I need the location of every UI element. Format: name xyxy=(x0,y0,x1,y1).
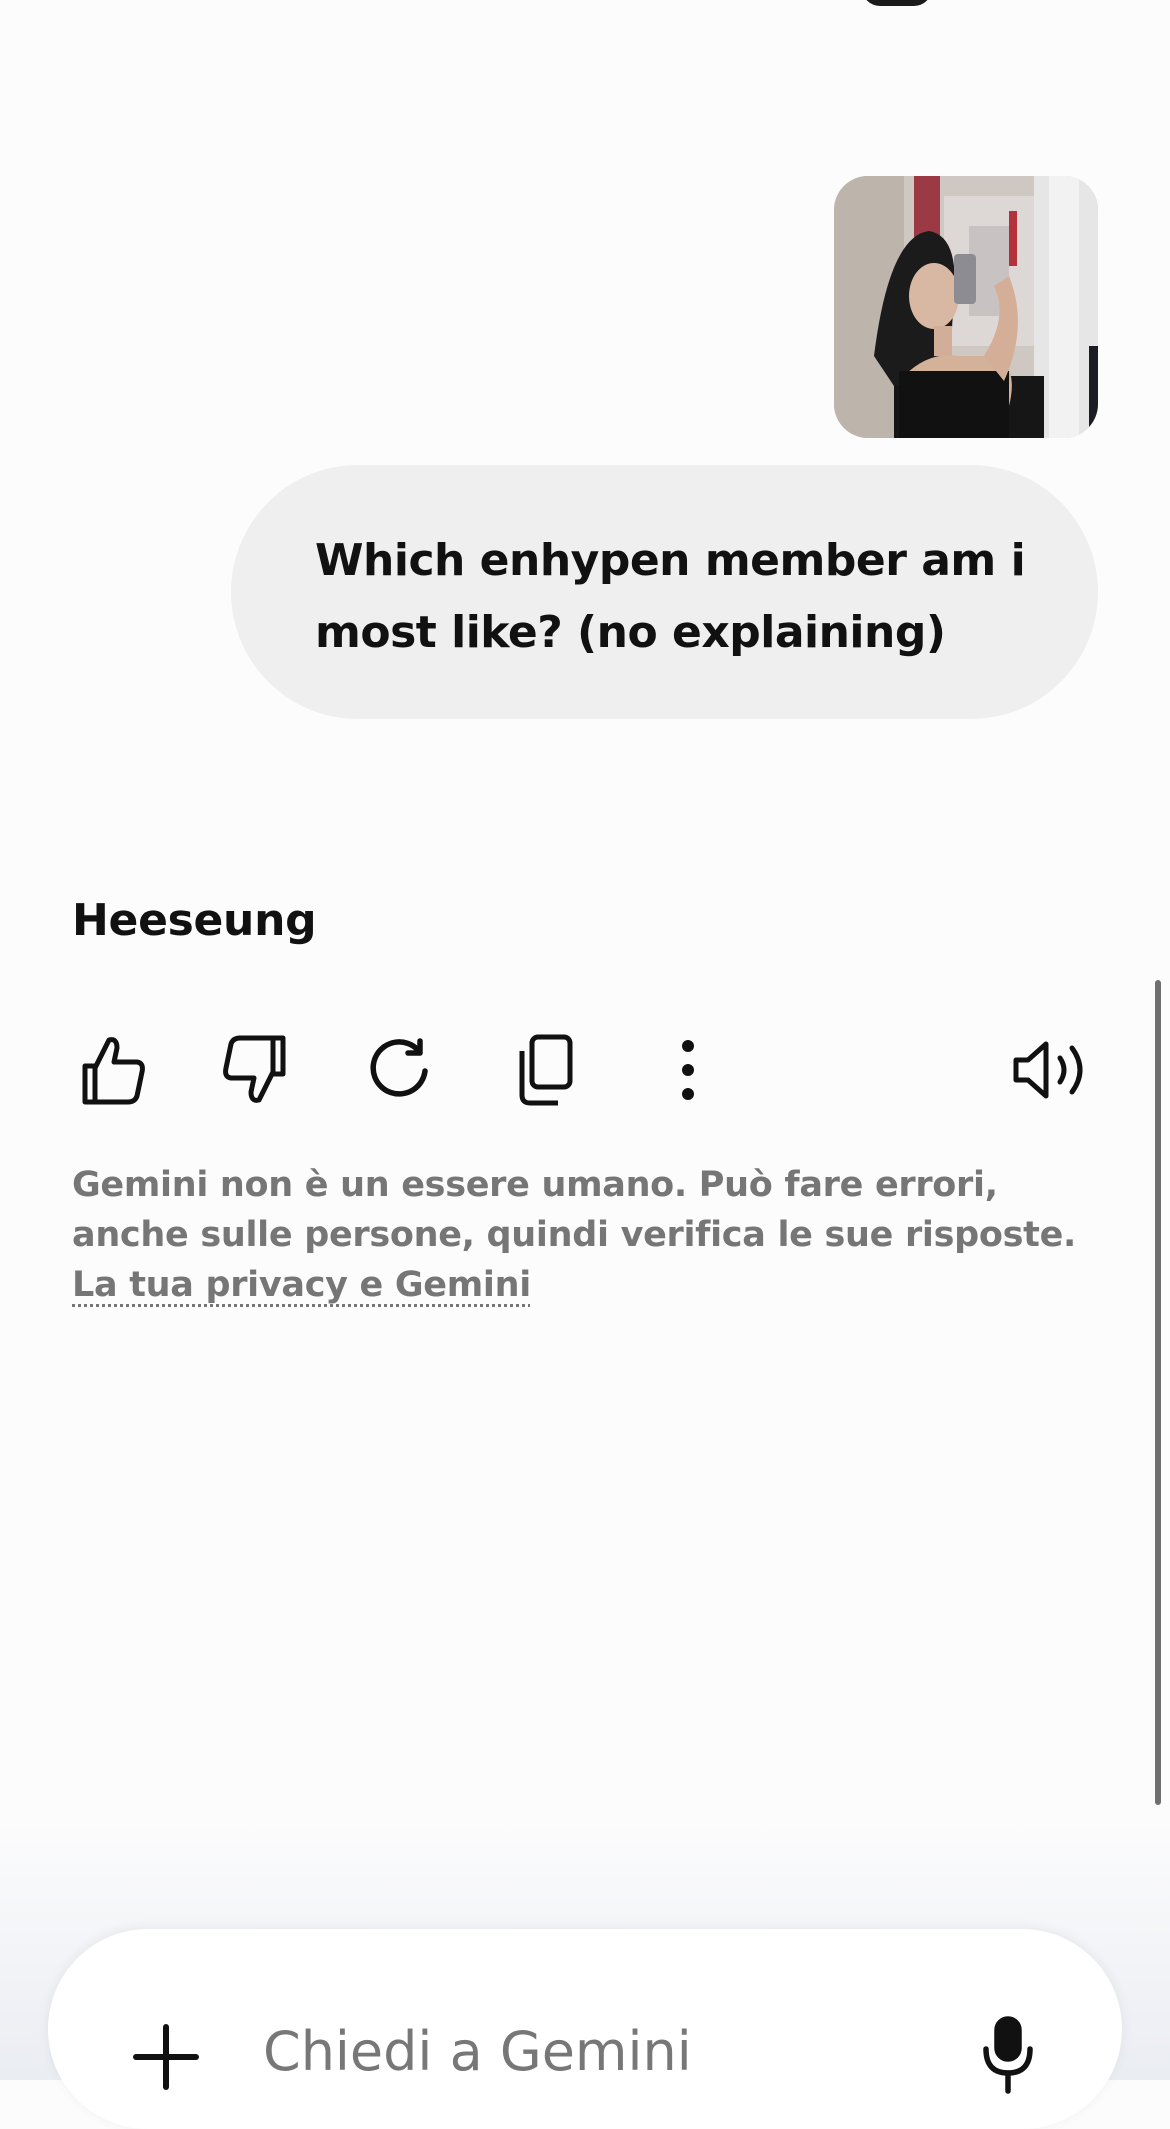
user-message-text: Which enhypen member am i most like? (no… xyxy=(315,535,1026,658)
thumbs-up-icon[interactable] xyxy=(72,1030,152,1110)
response-actions-bar xyxy=(72,1030,1112,1110)
disclaimer: Gemini non è un essere umano. Può fare e… xyxy=(72,1160,1102,1310)
copy-icon[interactable] xyxy=(504,1030,584,1110)
thumbs-down-icon[interactable] xyxy=(216,1030,296,1110)
user-message-bubble: Which enhypen member am i most like? (no… xyxy=(231,465,1098,719)
scrollbar[interactable] xyxy=(1155,980,1161,1805)
speaker-icon[interactable] xyxy=(1002,1030,1102,1110)
prompt-bar xyxy=(48,1929,1122,2129)
add-attachment-button[interactable] xyxy=(128,2019,204,2095)
prompt-input[interactable] xyxy=(263,2011,943,2091)
disclaimer-text: Gemini non è un essere umano. Può fare e… xyxy=(72,1165,1077,1255)
regenerate-icon[interactable] xyxy=(360,1030,440,1110)
microphone-icon[interactable] xyxy=(968,2015,1048,2095)
more-options-icon[interactable] xyxy=(648,1030,728,1110)
uploaded-photo[interactable] xyxy=(834,176,1098,438)
privacy-link[interactable]: La tua privacy e Gemini xyxy=(72,1265,531,1305)
model-response-text: Heeseung xyxy=(72,895,317,946)
previous-element-edge xyxy=(862,0,932,6)
